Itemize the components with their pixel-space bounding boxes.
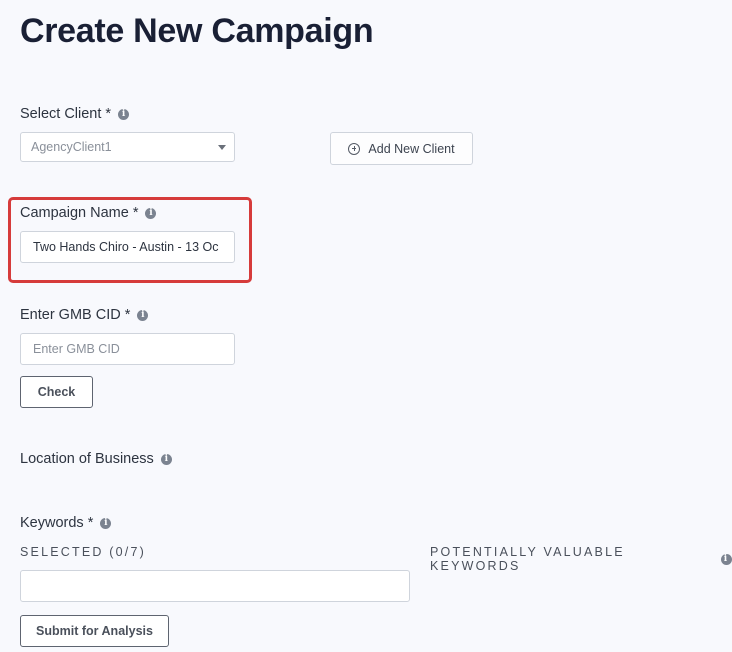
gmb-cid-input[interactable]: Enter GMB CID	[20, 333, 235, 365]
info-icon[interactable]: i	[145, 207, 157, 219]
keywords-label-text: Keywords *	[20, 515, 94, 531]
chevron-down-icon	[218, 145, 226, 150]
select-client-label-text: Select Client *	[20, 106, 112, 122]
add-new-client-button[interactable]: Add New Client	[330, 132, 473, 165]
page-title: Create New Campaign	[20, 12, 374, 50]
campaign-name-input[interactable]: Two Hands Chiro - Austin - 13 Oc	[20, 231, 235, 263]
gmb-cid-label-text: Enter GMB CID *	[20, 307, 131, 323]
valuable-keywords-label: POTENTIALLY VALUABLE KEYWORDS i	[430, 545, 732, 573]
info-icon[interactable]: i	[118, 108, 130, 120]
client-select[interactable]: AgencyClient1	[20, 132, 235, 162]
keywords-label: Keywords * i	[20, 515, 112, 531]
valuable-keywords-text: POTENTIALLY VALUABLE KEYWORDS	[430, 545, 625, 573]
client-select-value: AgencyClient1	[31, 140, 112, 154]
selected-keywords-text: SELECTED (0/7)	[20, 545, 146, 559]
location-label: Location of Business i	[20, 451, 172, 467]
plus-circle-icon	[348, 142, 361, 155]
select-client-label: Select Client * i	[20, 106, 130, 122]
check-button-label: Check	[37, 385, 76, 399]
campaign-name-label: Campaign Name * i	[20, 205, 157, 221]
keywords-input[interactable]	[20, 570, 410, 602]
campaign-name-label-text: Campaign Name *	[20, 205, 139, 221]
add-new-client-label: Add New Client	[368, 141, 455, 156]
location-label-text: Location of Business	[20, 451, 154, 467]
submit-for-analysis-button[interactable]: Submit for Analysis	[20, 615, 169, 647]
selected-keywords-label: SELECTED (0/7)	[20, 545, 146, 559]
campaign-name-value: Two Hands Chiro - Austin - 13 Oc	[33, 240, 219, 254]
gmb-cid-placeholder: Enter GMB CID	[33, 342, 120, 356]
submit-button-label: Submit for Analysis	[36, 624, 153, 638]
info-icon[interactable]: i	[137, 309, 149, 321]
gmb-cid-label: Enter GMB CID * i	[20, 307, 149, 323]
check-button[interactable]: Check	[20, 376, 93, 408]
info-icon[interactable]: i	[100, 517, 112, 529]
info-icon[interactable]: i	[721, 553, 732, 565]
info-icon[interactable]: i	[160, 453, 172, 465]
